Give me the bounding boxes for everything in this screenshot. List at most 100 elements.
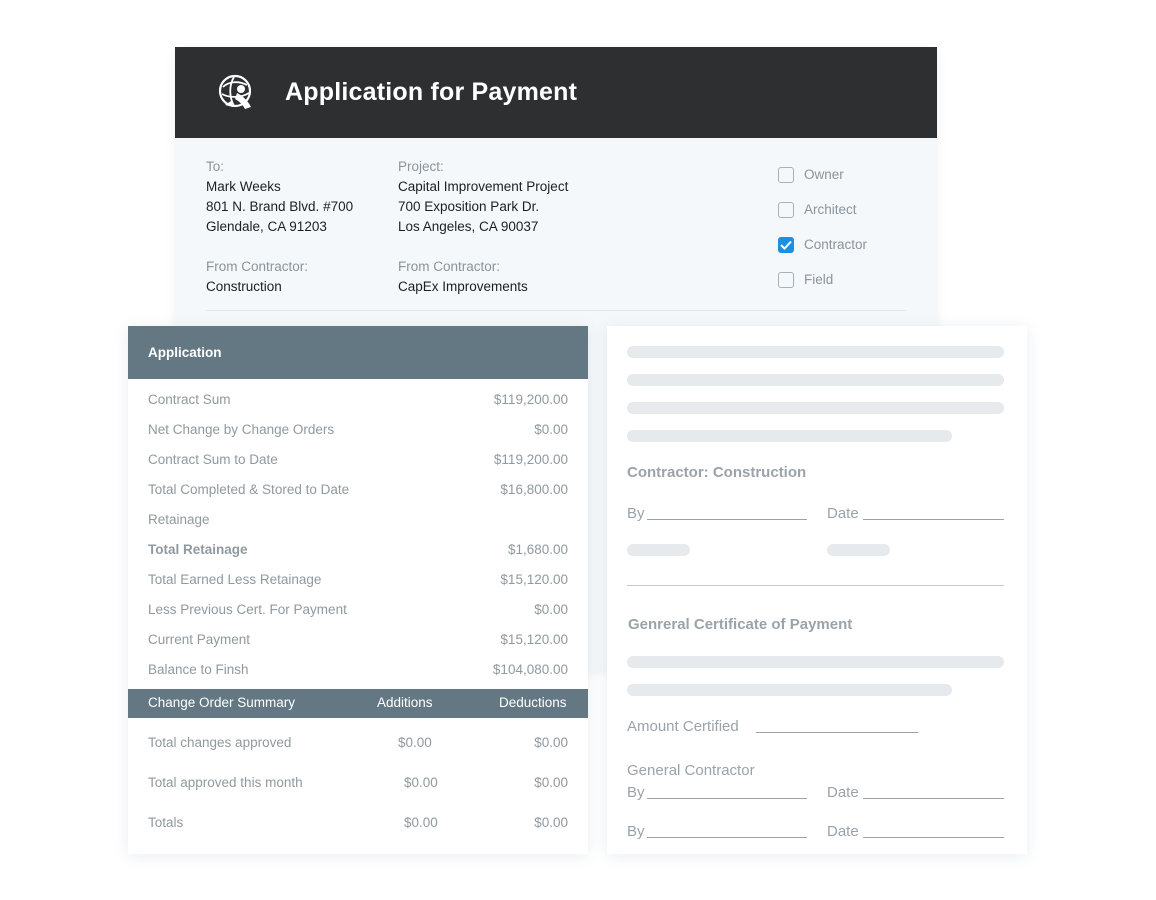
row-label: Total Earned Less Retainage (148, 571, 322, 587)
row-label: Current Payment (148, 631, 251, 647)
row-value: $15,120.00 (500, 571, 568, 587)
row-label: Net Change by Change Orders (148, 421, 335, 437)
row-value: $1,680.00 (507, 541, 568, 557)
date-signature-line[interactable] (863, 837, 1004, 838)
recipient-checkbox-list: Owner Architect Contractor Field (778, 157, 867, 297)
amount-certified-line[interactable] (756, 732, 918, 733)
row-label: Totals (148, 815, 184, 830)
additions-value: $0.00 (404, 775, 438, 790)
checkbox-box[interactable] (778, 271, 794, 288)
checkbox-label: Contractor (804, 237, 868, 252)
table-row: Balance to Finsh $104,080.00 (128, 654, 588, 684)
text-placeholder-bar (627, 402, 1004, 414)
checkbox-field[interactable]: Field (778, 262, 867, 297)
deductions-value: $0.00 (534, 735, 568, 750)
row-label: Contract Sum (148, 391, 231, 407)
general-contractor-label: General Contractor (627, 762, 755, 779)
project-line1: 700 Exposition Park Dr. (398, 199, 540, 214)
additions-value: $0.00 (398, 735, 432, 750)
from-contractor-label: From Contractor: (398, 259, 501, 274)
globe-atlas-logo-icon (218, 74, 252, 109)
to-line1: 801 N. Brand Blvd. #700 (206, 199, 354, 214)
text-placeholder-bar (627, 684, 952, 696)
text-placeholder-bar (627, 374, 1004, 386)
table-row: Less Previous Cert. For Payment $0.00 (128, 594, 588, 624)
change-order-summary-header: Change Order Summary Additions Deduction… (128, 689, 588, 718)
row-label: Less Previous Cert. For Payment (148, 601, 347, 617)
checkbox-box[interactable] (778, 166, 794, 183)
row-value: $0.00 (534, 601, 568, 617)
application-card: Application Contract Sum $119,200.00 Net… (128, 326, 588, 854)
contractor-heading: Contractor: Construction (627, 464, 807, 481)
checkbox-box[interactable] (778, 201, 794, 218)
text-placeholder-bar (827, 544, 890, 556)
divider (627, 585, 1004, 586)
from-contractor-value: Construction (206, 279, 282, 294)
table-row: Total approved this month $0.00 $0.00 (128, 775, 588, 795)
checkbox-architect[interactable]: Architect (778, 192, 867, 227)
date-signature-line[interactable] (863, 519, 1004, 520)
row-label: Total approved this month (148, 775, 303, 790)
amount-certified-label: Amount Certified (627, 718, 739, 735)
table-row: Total Retainage $1,680.00 (128, 534, 588, 564)
deductions-header-label: Deductions (499, 695, 567, 710)
row-value: $119,200.00 (493, 451, 568, 467)
date-label: Date (827, 505, 859, 522)
by-signature-line[interactable] (647, 519, 807, 520)
checkbox-label: Owner (804, 167, 844, 182)
text-placeholder-bar (627, 346, 1004, 358)
checkbox-owner[interactable]: Owner (778, 157, 867, 192)
table-row: Retainage (128, 504, 588, 534)
table-row: Current Payment $15,120.00 (128, 624, 588, 654)
row-label: Retainage (148, 511, 210, 527)
from-contractor-value: CapEx Improvements (398, 279, 528, 294)
row-label: Total Retainage (148, 541, 248, 557)
by-signature-line[interactable] (647, 837, 807, 838)
text-placeholder-bar (627, 544, 690, 556)
table-row: Totals $0.00 $0.00 (128, 815, 588, 835)
divider (206, 310, 906, 311)
row-label: Total Completed & Stored to Date (148, 481, 350, 497)
application-header: Application (128, 326, 588, 379)
additions-value: $0.00 (404, 815, 438, 830)
to-name: Mark Weeks (206, 179, 281, 194)
table-row: Contract Sum to Date $119,200.00 (128, 444, 588, 474)
from-contractor-left: From Contractor: Construction (206, 257, 308, 297)
table-row: Total Earned Less Retainage $15,120.00 (128, 564, 588, 594)
table-row: Net Change by Change Orders $0.00 (128, 414, 588, 444)
date-signature-line[interactable] (863, 798, 1004, 799)
row-value: $104,080.00 (492, 661, 568, 677)
row-label: Balance to Finsh (148, 661, 249, 677)
certificate-heading: Genreral Certificate of Payment (628, 616, 853, 633)
checkbox-box-checked[interactable] (778, 236, 794, 253)
table-row: Total changes approved $0.00 $0.00 (128, 735, 588, 755)
checkbox-label: Architect (804, 202, 857, 217)
row-value: $119,200.00 (493, 391, 568, 407)
to-line2: Glendale, CA 91203 (206, 219, 327, 234)
row-value: $16,800.00 (500, 481, 568, 497)
text-placeholder-bar (627, 656, 1004, 668)
signature-card: Contractor: Construction By Date Genrera… (607, 326, 1027, 854)
date-label: Date (827, 823, 859, 840)
summary-header-label: Change Order Summary (148, 695, 296, 710)
row-value: $0.00 (534, 421, 568, 437)
row-label: Contract Sum to Date (148, 451, 278, 467)
document-header: Application for Payment (175, 47, 937, 138)
from-contractor-right: From Contractor: CapEx Improvements (398, 257, 528, 297)
additions-header-label: Additions (377, 695, 433, 710)
by-signature-line[interactable] (647, 798, 807, 799)
checkbox-contractor[interactable]: Contractor (778, 227, 867, 262)
deductions-value: $0.00 (534, 775, 568, 790)
project-line2: Los Angeles, CA 90037 (398, 219, 539, 234)
table-row: Contract Sum $119,200.00 (128, 384, 588, 414)
by-label: By (627, 823, 645, 840)
by-label: By (627, 505, 645, 522)
by-label: By (627, 784, 645, 801)
project-name: Capital Improvement Project (398, 179, 569, 194)
to-address-block: To: Mark Weeks 801 N. Brand Blvd. #700 G… (206, 157, 353, 237)
deductions-value: $0.00 (534, 815, 568, 830)
row-label: Total changes approved (148, 735, 292, 750)
application-rows: Contract Sum $119,200.00 Net Change by C… (128, 379, 588, 684)
project-address-block: Project: Capital Improvement Project 700… (398, 157, 568, 237)
project-label: Project: (398, 159, 444, 174)
